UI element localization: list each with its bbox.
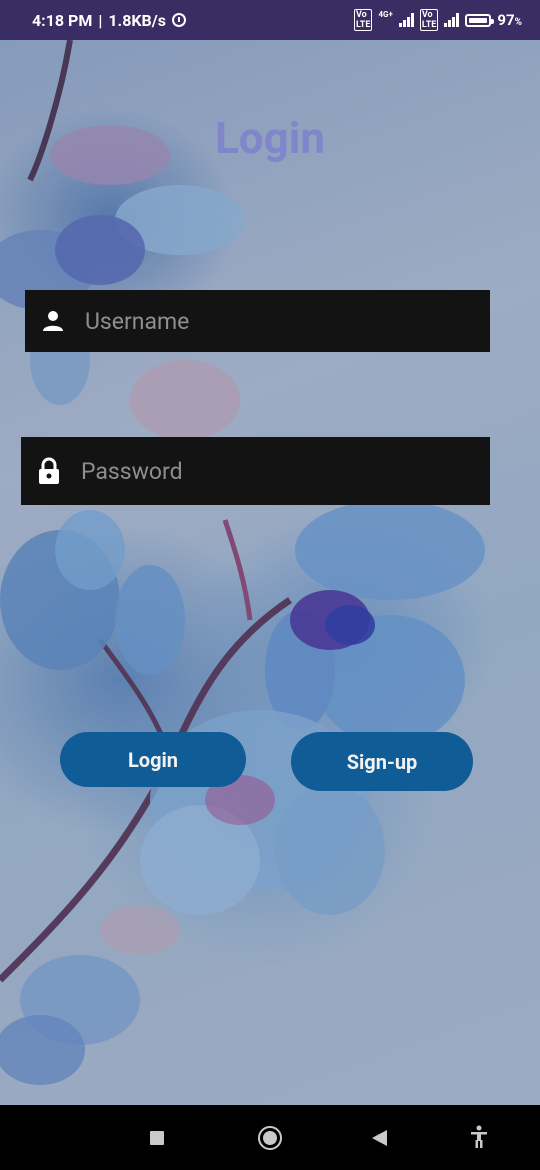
battery-value: 97 xyxy=(497,11,515,29)
signal-icon-2 xyxy=(444,13,460,27)
signal-icon xyxy=(398,13,414,27)
network-type: 4G+ xyxy=(378,10,393,19)
battery-level: 97% xyxy=(497,11,522,29)
username-field[interactable] xyxy=(25,290,490,352)
battery-unit: % xyxy=(514,17,522,28)
page-title: Login xyxy=(214,112,326,164)
alarm-icon xyxy=(171,13,186,27)
background-overlay xyxy=(0,40,540,1105)
home-circle-icon[interactable] xyxy=(258,1126,282,1150)
login-screen: Login Login Sign-up xyxy=(0,40,540,1105)
password-input[interactable] xyxy=(79,456,490,486)
navigation-bar xyxy=(0,1105,540,1170)
lock-icon xyxy=(39,457,59,484)
person-icon xyxy=(43,311,63,331)
network-speed: 1.8KB/s xyxy=(108,10,166,30)
back-triangle-icon[interactable] xyxy=(372,1130,387,1146)
status-separator: | xyxy=(98,10,103,30)
login-button[interactable]: Login xyxy=(60,732,246,787)
accessibility-icon[interactable] xyxy=(470,1125,488,1149)
username-input[interactable] xyxy=(83,306,490,336)
signup-button[interactable]: Sign-up xyxy=(291,732,473,791)
status-left: 4:18 PM | 1.8KB/s xyxy=(32,11,186,30)
status-time: 4:18 PM xyxy=(32,10,93,30)
status-bar: 4:18 PM | 1.8KB/s Vo LTE 4G+ Vo LTE 97% xyxy=(0,0,540,40)
recents-square-icon[interactable] xyxy=(150,1131,164,1145)
battery-icon xyxy=(465,13,495,27)
volte-icon-2: Vo LTE xyxy=(419,9,439,31)
status-right: Vo LTE 4G+ Vo LTE 97% xyxy=(353,9,522,31)
volte-icon: Vo LTE xyxy=(353,9,373,31)
password-field[interactable] xyxy=(21,437,490,505)
